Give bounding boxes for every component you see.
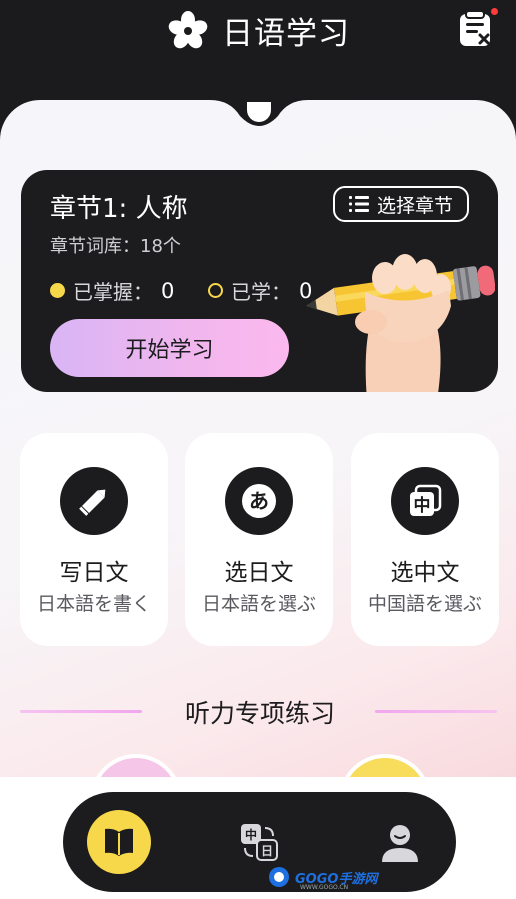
mode-subtitle: 日本語を選ぶ <box>201 593 316 615</box>
mode-title: 选日文 <box>224 560 294 586</box>
svg-text:あ: あ <box>249 489 269 513</box>
app-title: 日语学习 <box>222 16 350 52</box>
mode-title: 写日文 <box>59 560 129 586</box>
watermark-subtext: WWW.GOGO.CN <box>300 884 349 891</box>
chapter-card: 章节1: 人称 选择章节 章节词库：18个 已掌握： 0 已学： 0 开始学习 <box>21 170 498 392</box>
section-divider-right <box>375 710 497 713</box>
section-divider-left <box>20 710 142 713</box>
hiragana-a-icon: あ <box>225 467 293 535</box>
chapter-title: 章节1: 人称 <box>50 194 188 224</box>
mastered-dot <box>50 283 65 298</box>
svg-text:中: 中 <box>245 827 257 842</box>
mode-subtitle: 中国語を選ぶ <box>367 593 482 615</box>
checklist-icon[interactable] <box>458 10 494 48</box>
pencil-icon <box>60 467 128 535</box>
svg-text:日: 日 <box>261 844 273 858</box>
select-chapter-label: 选择章节 <box>376 194 453 217</box>
translate-icon[interactable]: 中 日 <box>239 822 279 862</box>
learned-label: 已学： <box>231 280 291 304</box>
app-title-group: 日语学习 <box>168 8 350 53</box>
pencil-hand-illustration <box>306 254 495 392</box>
select-chapter-button[interactable]: 选择章节 <box>333 186 469 222</box>
nav-home[interactable] <box>87 810 151 874</box>
sakura-icon <box>168 10 208 48</box>
mastered-label: 已掌握： <box>73 280 153 304</box>
bottom-nav: 中 日 <box>63 792 456 892</box>
learned-stat: 已学： 0 <box>208 276 312 305</box>
book-icon <box>105 828 133 856</box>
chinese-char-icon: 中 <box>391 467 459 535</box>
mastered-value: 0 <box>161 278 175 303</box>
gogo-logo-icon <box>269 867 289 887</box>
learned-dot <box>208 283 223 298</box>
start-learning-button[interactable]: 开始学习 <box>50 319 289 377</box>
notification-dot <box>491 8 498 15</box>
user-icon[interactable] <box>379 822 421 864</box>
mode-write-japanese[interactable]: 写日文 日本語を書く <box>20 433 168 646</box>
mode-choose-chinese[interactable]: 中 选中文 中国語を選ぶ <box>351 433 499 646</box>
list-icon <box>348 196 369 212</box>
mode-subtitle: 日本語を書く <box>36 593 151 615</box>
vocab-count: 章节词库：18个 <box>50 236 181 257</box>
mastered-stat: 已掌握： 0 <box>50 276 174 305</box>
listening-section-title: 听力专项练习 <box>184 699 335 728</box>
mode-choose-japanese[interactable]: あ 选日文 日本語を選ぶ <box>185 433 333 646</box>
mode-title: 选中文 <box>390 560 460 586</box>
svg-text:中: 中 <box>414 495 431 516</box>
